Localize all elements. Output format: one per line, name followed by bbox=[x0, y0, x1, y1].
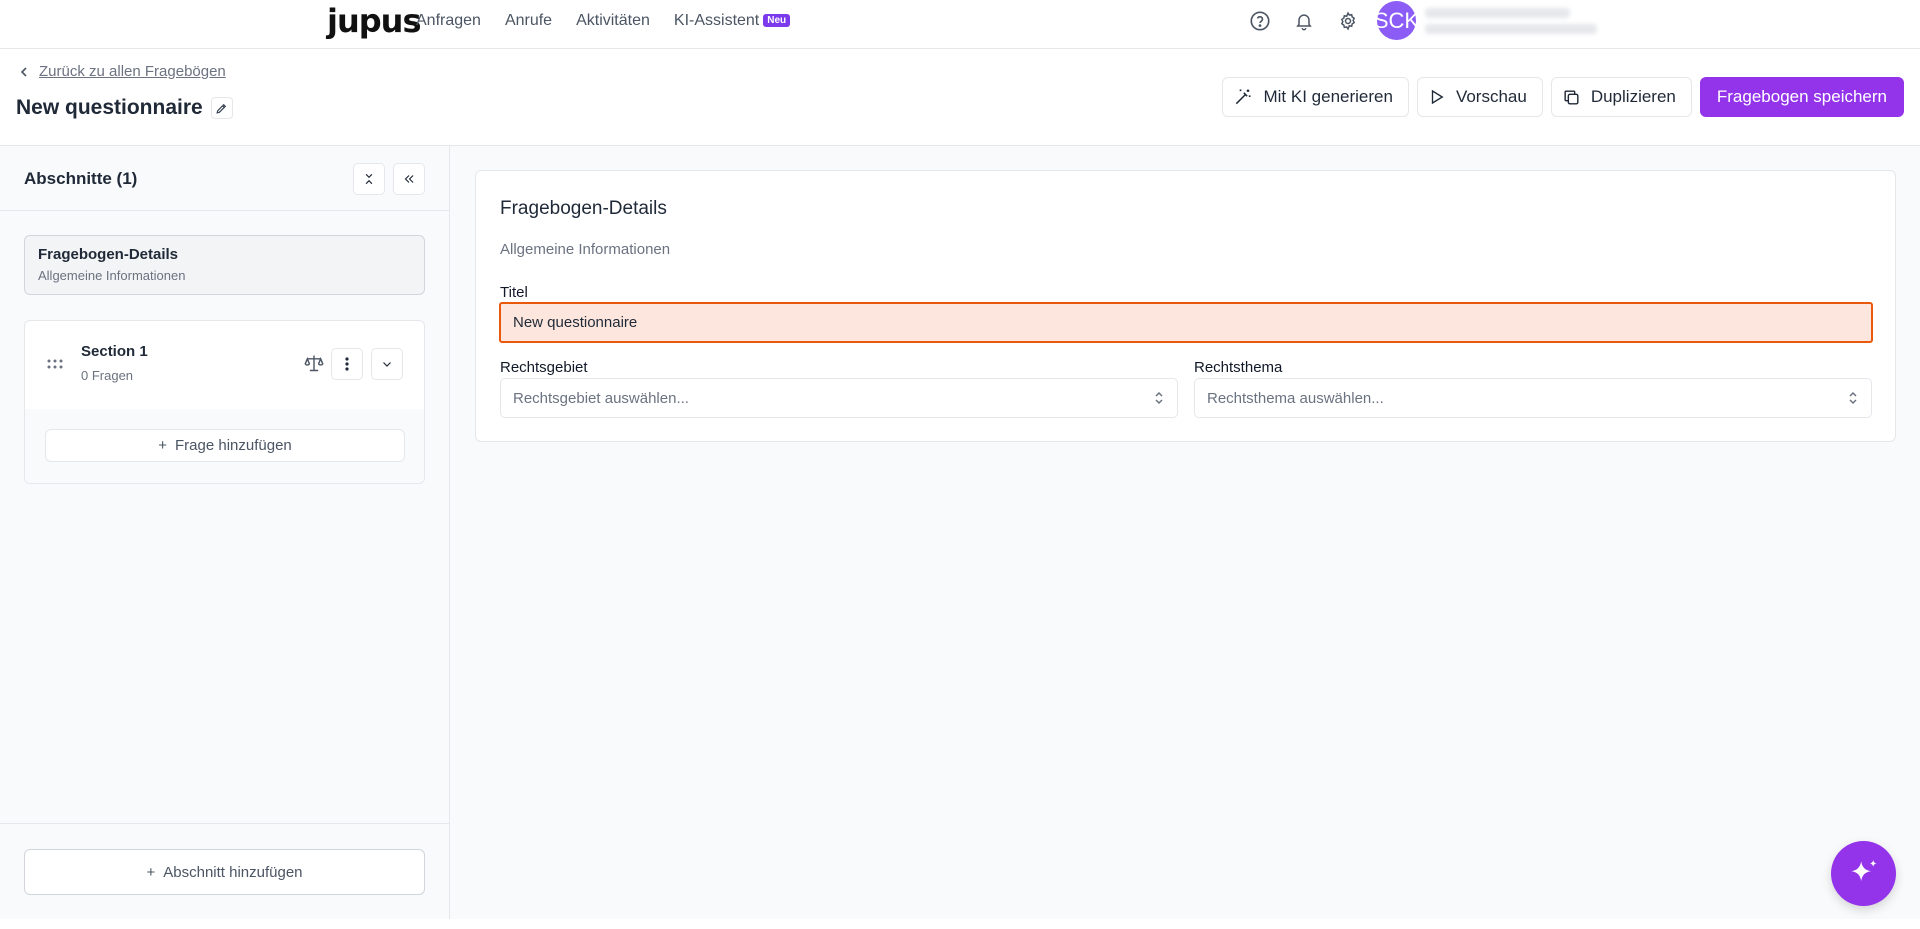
save-button[interactable]: Fragebogen speichern bbox=[1699, 77, 1904, 117]
sidebar-header: Abschnitte (1) bbox=[0, 146, 449, 211]
top-nav: jupus Anfragen Anrufe Aktivitäten KI-Ass… bbox=[0, 0, 1920, 49]
details-card-title: Fragebogen-Details bbox=[38, 246, 179, 263]
collapse-icon bbox=[365, 173, 373, 185]
add-question-label: Frage hinzufügen bbox=[175, 437, 292, 454]
rechtsthema-label: Rechtsthema bbox=[1194, 359, 1283, 376]
section-body: + Frage hinzufügen bbox=[25, 409, 424, 483]
avatar[interactable]: SCK bbox=[1374, 1, 1419, 40]
generate-ai-label: Mit KI generieren bbox=[1263, 87, 1393, 106]
blurred-user-email bbox=[1425, 24, 1597, 34]
section-more-button[interactable] bbox=[331, 348, 363, 380]
new-badge: Neu bbox=[763, 14, 791, 27]
title-input[interactable] bbox=[499, 302, 1873, 343]
logo[interactable]: jupus bbox=[327, 5, 421, 37]
generate-ai-button[interactable]: Mit KI generieren bbox=[1222, 77, 1409, 117]
copy-icon bbox=[1564, 89, 1579, 105]
sidebar-footer: + Abschnitt hinzufügen bbox=[0, 823, 449, 919]
details-card-subtitle: Allgemeine Informationen bbox=[38, 268, 186, 283]
header-actions: Mit KI generieren Vorschau Duplizieren F… bbox=[1214, 77, 1904, 117]
nav-link-ki-assistent-label: KI-Assistent bbox=[673, 12, 760, 29]
play-icon bbox=[1431, 89, 1444, 105]
add-section-button[interactable]: + Abschnitt hinzufügen bbox=[24, 849, 425, 895]
card-title: Fragebogen-Details bbox=[500, 198, 667, 219]
blurred-user-name bbox=[1425, 8, 1570, 18]
scale-icon[interactable] bbox=[304, 353, 324, 373]
nav-link-aktivitaeten[interactable]: Aktivitäten bbox=[576, 12, 650, 30]
page-header: Zurück zu allen Fragebögen New questionn… bbox=[0, 49, 1920, 146]
rechtsgebiet-select[interactable]: Rechtsgebiet auswählen... bbox=[500, 378, 1178, 418]
nav-link-ki-assistent[interactable]: KI-Assistent Neu bbox=[673, 12, 791, 30]
details-card[interactable]: Fragebogen-Details Allgemeine Informatio… bbox=[24, 235, 425, 295]
rechtsgebiet-placeholder: Rechtsgebiet auswählen... bbox=[513, 389, 689, 407]
chevron-down-icon bbox=[383, 362, 391, 367]
nav-links: Anfragen Anrufe Aktivitäten KI-Assistent… bbox=[416, 10, 814, 32]
ai-assistant-fab[interactable] bbox=[1831, 841, 1896, 906]
sections-sidebar: Abschnitte (1) Fragebogen-Details Allgem… bbox=[0, 146, 450, 919]
help-icon[interactable] bbox=[1245, 6, 1275, 36]
section-question-count: 0 Fragen bbox=[81, 368, 134, 383]
duplicate-label: Duplizieren bbox=[1590, 87, 1676, 106]
title-label: Titel bbox=[500, 284, 528, 301]
page-title-text: New questionnaire bbox=[16, 96, 203, 119]
rechtsgebiet-label: Rechtsgebiet bbox=[500, 359, 588, 376]
sparkle-icon bbox=[1850, 859, 1877, 881]
hide-sidebar-button[interactable] bbox=[393, 163, 425, 195]
preview-button[interactable]: Vorschau bbox=[1416, 77, 1543, 117]
bell-icon[interactable] bbox=[1289, 6, 1319, 36]
nav-link-anrufe[interactable]: Anrufe bbox=[505, 12, 552, 30]
sidebar-title: Abschnitte (1) bbox=[24, 169, 138, 188]
drag-handle-icon[interactable] bbox=[47, 359, 63, 369]
rechtsthema-placeholder: Rechtsthema auswählen... bbox=[1207, 389, 1384, 407]
duplicate-button[interactable]: Duplizieren bbox=[1550, 77, 1692, 117]
rechtsthema-select[interactable]: Rechtsthema auswählen... bbox=[1194, 378, 1872, 418]
pencil-icon bbox=[216, 103, 227, 114]
chevron-left-icon bbox=[20, 66, 27, 77]
section-name: Section 1 bbox=[81, 343, 148, 360]
section-expand-button[interactable] bbox=[371, 348, 403, 380]
section-card: Section 1 0 Fragen + Frage hinzufügen bbox=[24, 320, 425, 484]
card-subtitle: Allgemeine Informationen bbox=[500, 241, 671, 258]
magic-wand-icon bbox=[1236, 89, 1251, 105]
plus-icon: + bbox=[158, 437, 167, 454]
back-link[interactable]: Zurück zu allen Fragebögen bbox=[20, 63, 226, 80]
section-header[interactable]: Section 1 0 Fragen bbox=[25, 321, 424, 409]
nav-link-anfragen[interactable]: Anfragen bbox=[416, 12, 481, 30]
preview-label: Vorschau bbox=[1455, 87, 1527, 106]
user-info-blurred[interactable] bbox=[1425, 8, 1597, 40]
questionnaire-details-card: Fragebogen-Details Allgemeine Informatio… bbox=[475, 170, 1896, 442]
page-title: New questionnaire bbox=[16, 96, 233, 120]
edit-title-button[interactable] bbox=[210, 97, 233, 119]
plus-icon: + bbox=[146, 863, 156, 881]
main-content: Fragebogen-Details Allgemeine Informatio… bbox=[450, 146, 1920, 919]
add-section-label: Abschnitt hinzufügen bbox=[163, 863, 303, 881]
add-question-button[interactable]: + Frage hinzufügen bbox=[45, 429, 405, 462]
nav-icons bbox=[1245, 6, 1377, 36]
more-vertical-icon bbox=[345, 357, 349, 371]
chevrons-up-down-icon bbox=[1849, 391, 1857, 405]
collapse-all-button[interactable] bbox=[353, 163, 385, 195]
back-link-label: Zurück zu allen Fragebögen bbox=[39, 63, 226, 80]
chevrons-up-down-icon bbox=[1155, 391, 1163, 405]
chevrons-left-icon bbox=[404, 175, 414, 183]
gear-icon[interactable] bbox=[1333, 6, 1363, 36]
